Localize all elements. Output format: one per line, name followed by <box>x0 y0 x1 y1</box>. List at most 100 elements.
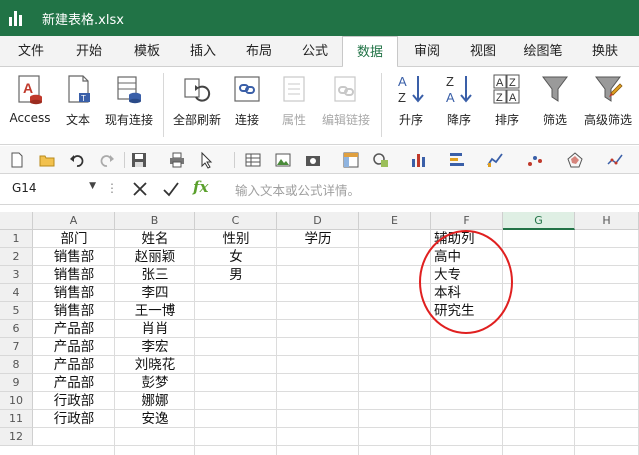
more-charts-icon[interactable] <box>606 151 624 169</box>
cell-b8[interactable]: 刘晓花 <box>115 356 195 374</box>
cell-f1[interactable]: 辅助列 <box>431 230 503 248</box>
picture-icon[interactable] <box>274 151 292 169</box>
connections-button[interactable]: 连接 <box>226 71 268 137</box>
cell-area[interactable]: 部门 姓名 性别 学历 辅助列 销售部 赵丽颖女高中 销售部 张三男大专 销售部 李四 本科 销售部 王一… <box>33 230 639 455</box>
line-chart-icon[interactable] <box>486 151 504 169</box>
cell-a4[interactable]: 销售部 <box>33 284 115 302</box>
column-header-e[interactable]: E <box>359 212 431 230</box>
sort-button[interactable]: A Z Z A 排序 <box>486 71 528 137</box>
column-header-c[interactable]: C <box>195 212 277 230</box>
access-button[interactable]: A Access <box>6 71 54 137</box>
row-header-1[interactable]: 1 <box>0 230 33 248</box>
cell-b3[interactable]: 张三 <box>115 266 195 284</box>
cell-a5[interactable]: 销售部 <box>33 302 115 320</box>
properties-button[interactable]: 属性 <box>272 71 316 137</box>
column-header-g[interactable]: G <box>503 212 575 230</box>
chevron-down-icon[interactable]: ▼ <box>89 181 96 191</box>
print-icon[interactable] <box>168 151 186 169</box>
column-chart-icon[interactable] <box>410 151 428 169</box>
filter-button[interactable]: 筛选 <box>534 71 576 137</box>
existing-connections-button[interactable]: 现有连接 <box>101 71 157 137</box>
save-icon[interactable] <box>130 151 148 169</box>
cell-c2[interactable]: 女 <box>195 248 277 266</box>
cell-f4[interactable]: 本科 <box>431 284 503 302</box>
edit-links-button[interactable]: 编辑链接 <box>318 71 374 137</box>
cell-a1[interactable]: 部门 <box>33 230 115 248</box>
row-header-4[interactable]: 4 <box>0 284 33 302</box>
column-header-f[interactable]: F <box>431 212 503 230</box>
cell-b2[interactable]: 赵丽颖 <box>115 248 195 266</box>
shapes-icon[interactable] <box>372 151 390 169</box>
confirm-entry-icon[interactable] <box>162 178 180 200</box>
redo-icon[interactable] <box>98 151 116 169</box>
row-header-11[interactable]: 11 <box>0 410 33 428</box>
cell-a6[interactable]: 产品部 <box>33 320 115 338</box>
cancel-entry-icon[interactable] <box>131 178 149 200</box>
text-import-button[interactable]: T 文本 <box>58 71 98 137</box>
cell-f5[interactable]: 研究生 <box>431 302 503 320</box>
scatter-chart-icon[interactable] <box>526 151 544 169</box>
sort-descending-button[interactable]: Z A 降序 <box>438 71 480 137</box>
table-icon[interactable] <box>244 151 262 169</box>
row-header-9[interactable]: 9 <box>0 374 33 392</box>
open-folder-icon[interactable] <box>38 151 56 169</box>
name-box[interactable]: G14 ▼ <box>12 181 100 199</box>
advanced-filter-button[interactable]: 高级筛选 <box>580 71 636 137</box>
tab-file[interactable]: 文件 <box>6 36 56 67</box>
sort-ascending-button[interactable]: A Z 升序 <box>390 71 432 137</box>
cell-b9[interactable]: 彭梦 <box>115 374 195 392</box>
column-header-h[interactable]: H <box>575 212 639 230</box>
tab-formulas[interactable]: 公式 <box>288 36 342 67</box>
select-all-corner[interactable] <box>0 212 33 230</box>
row-header-10[interactable]: 10 <box>0 392 33 410</box>
tab-insert[interactable]: 插入 <box>176 36 230 67</box>
insert-function-icon[interactable]: fx <box>193 178 208 196</box>
tab-layout[interactable]: 布局 <box>232 36 286 67</box>
new-file-icon[interactable] <box>8 151 26 169</box>
tab-skin[interactable]: 换肤 <box>578 36 632 67</box>
column-header-a[interactable]: A <box>33 212 115 230</box>
bar-chart-icon[interactable] <box>448 151 466 169</box>
tab-drawing-pen[interactable]: 绘图笔 <box>512 36 574 67</box>
refresh-all-button[interactable]: 全部刷新 <box>170 71 224 137</box>
row-header-8[interactable]: 8 <box>0 356 33 374</box>
row-header-3[interactable]: 3 <box>0 266 33 284</box>
pivot-table-icon[interactable] <box>342 151 360 169</box>
row-header-7[interactable]: 7 <box>0 338 33 356</box>
formula-input[interactable]: 输入文本或公式详情。 <box>235 180 360 199</box>
cell-a3[interactable]: 销售部 <box>33 266 115 284</box>
more-options-icon[interactable]: ⋮ <box>106 181 118 195</box>
cell-b1[interactable]: 姓名 <box>115 230 195 248</box>
cell-b7[interactable]: 李宏 <box>115 338 195 356</box>
camera-icon[interactable] <box>304 151 322 169</box>
cell-a8[interactable]: 产品部 <box>33 356 115 374</box>
cell-b6[interactable]: 肖肖 <box>115 320 195 338</box>
row-header-12[interactable]: 12 <box>0 428 33 446</box>
cell-c1[interactable]: 性别 <box>195 230 277 248</box>
tab-review[interactable]: 审阅 <box>400 36 454 67</box>
cell-a11[interactable]: 行政部 <box>33 410 115 428</box>
cell-c3[interactable]: 男 <box>195 266 277 284</box>
tab-home[interactable]: 开始 <box>62 36 116 67</box>
cell-f3[interactable]: 大专 <box>431 266 503 284</box>
row-header-5[interactable]: 5 <box>0 302 33 320</box>
cell-b10[interactable]: 娜娜 <box>115 392 195 410</box>
cell-b5[interactable]: 王一博 <box>115 302 195 320</box>
tab-templates[interactable]: 模板 <box>120 36 174 67</box>
undo-icon[interactable] <box>68 151 86 169</box>
row-header-6[interactable]: 6 <box>0 320 33 338</box>
tab-data[interactable]: 数据 <box>342 36 398 68</box>
cell-f2[interactable]: 高中 <box>431 248 503 266</box>
cell-b4[interactable]: 李四 <box>115 284 195 302</box>
cell-a7[interactable]: 产品部 <box>33 338 115 356</box>
cell-a10[interactable]: 行政部 <box>33 392 115 410</box>
column-header-b[interactable]: B <box>115 212 195 230</box>
cell-d1[interactable]: 学历 <box>277 230 359 248</box>
cell-a9[interactable]: 产品部 <box>33 374 115 392</box>
radar-chart-icon[interactable] <box>566 151 584 169</box>
tab-view[interactable]: 视图 <box>456 36 510 67</box>
row-header-2[interactable]: 2 <box>0 248 33 266</box>
cell-a2[interactable]: 销售部 <box>33 248 115 266</box>
column-header-d[interactable]: D <box>277 212 359 230</box>
cell-b11[interactable]: 安逸 <box>115 410 195 428</box>
